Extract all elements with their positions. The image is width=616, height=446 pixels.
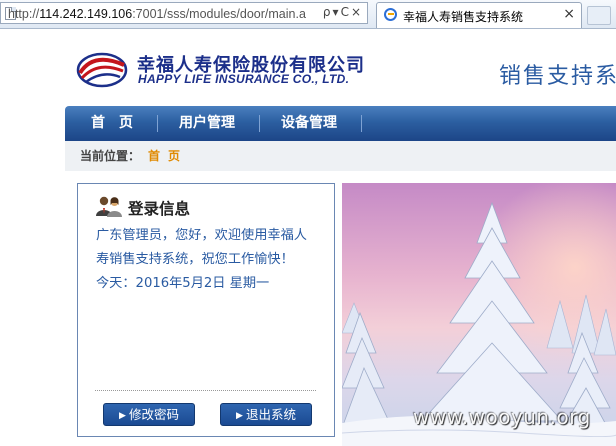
users-icon — [96, 196, 122, 217]
logout-button[interactable]: ▶ 退出系统 — [220, 403, 312, 426]
tab-close-icon[interactable]: × — [563, 6, 575, 22]
login-info-title: 登录信息 — [128, 200, 191, 218]
change-password-label: 修改密码 — [128, 407, 179, 422]
breadcrumb: 当前位置： 首页 — [65, 141, 616, 171]
nav-separator — [157, 115, 158, 132]
panel-divider — [95, 390, 316, 391]
breadcrumb-label: 当前位置： — [80, 149, 141, 163]
system-title: 销售支持系 — [499, 64, 616, 89]
nav-item-user-management[interactable]: 用户管理 — [179, 106, 235, 141]
ie-favicon-icon — [384, 8, 397, 21]
company-name-en: HAPPY LIFE INSURANCE CO., LTD. — [138, 72, 350, 86]
address-url[interactable]: http://114.242.149.106:7001/sss/modules/… — [8, 7, 330, 21]
breadcrumb-home-link[interactable]: 首页 — [148, 147, 188, 164]
tab-title: 幸福人寿销售支持系统 — [403, 10, 524, 24]
arrow-right-icon: ▶ — [119, 411, 126, 421]
new-tab-button[interactable] — [587, 6, 611, 25]
change-password-button[interactable]: ▶ 修改密码 — [103, 403, 195, 426]
url-host: 114.242.149.106 — [39, 7, 133, 21]
welcome-line-1: 广东管理员，您好，欢迎使用幸福人 — [96, 228, 307, 243]
company-logo-icon — [76, 52, 128, 88]
nav-item-device-management[interactable]: 设备管理 — [281, 106, 337, 141]
nav-separator — [259, 115, 260, 132]
browser-tab[interactable]: 幸福人寿销售支持系统 × — [376, 2, 582, 28]
main-nav: 首 页 用户管理 设备管理 — [65, 106, 616, 141]
login-info-panel — [77, 183, 335, 437]
nav-item-home[interactable]: 首 页 — [91, 106, 133, 141]
nav-separator — [361, 115, 362, 132]
arrow-right-icon: ▶ — [236, 411, 243, 421]
address-controls[interactable]: ρ▾C× — [323, 5, 363, 19]
logout-label: 退出系统 — [245, 407, 296, 422]
address-bar[interactable]: http://114.242.149.106:7001/sss/modules/… — [0, 2, 368, 24]
date-line: 今天：2016年5月2日 星期一 — [96, 276, 270, 291]
welcome-text: 广东管理员，您好，欢迎使用幸福人 寿销售支持系统，祝您工作愉快！ 今天：2016… — [96, 224, 321, 296]
watermark-text: www.wooyun.org — [413, 405, 591, 429]
welcome-line-2: 寿销售支持系统，祝您工作愉快！ — [96, 252, 294, 267]
browser-toolbar: http://114.242.149.106:7001/sss/modules/… — [0, 0, 616, 29]
